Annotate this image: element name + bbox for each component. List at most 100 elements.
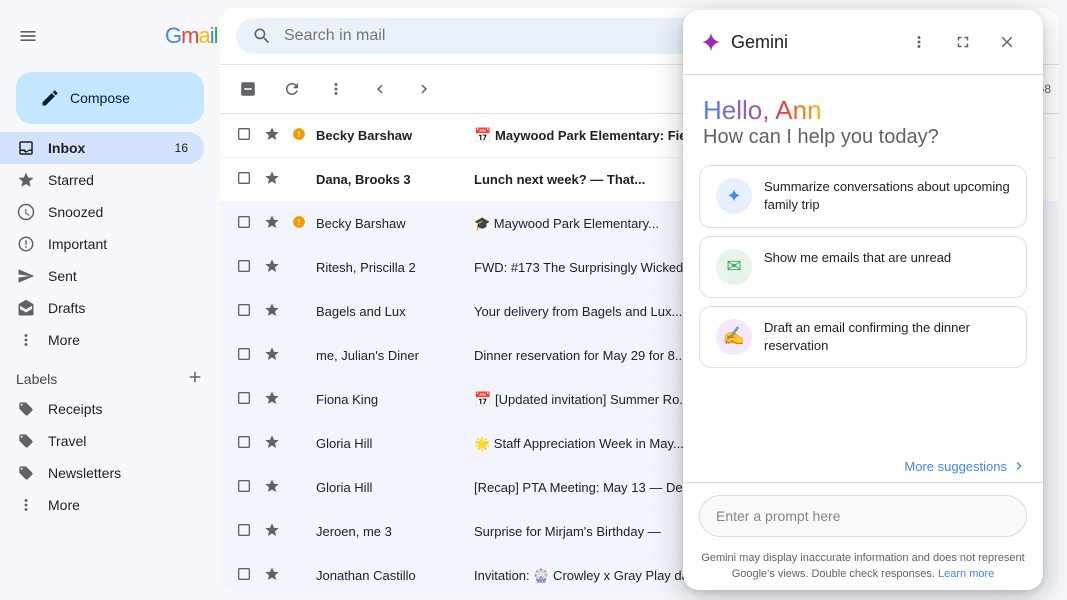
email-sender: Becky Barshaw [316, 128, 466, 143]
label-icon-receipts [16, 399, 36, 419]
row-checkbox[interactable] [236, 434, 256, 453]
sidebar-item-more-labels[interactable]: More [0, 489, 204, 521]
hamburger-icon[interactable] [8, 16, 48, 56]
newsletters-label: Newsletters [48, 465, 121, 481]
suggestion-card-3[interactable]: ✍ Draft an email confirming the dinner r… [699, 306, 1027, 368]
sidebar-item-inbox[interactable]: Inbox 16 [0, 132, 204, 164]
search-icon [252, 26, 272, 46]
calendar-icon: 📅 [474, 127, 491, 143]
suggestion-card-2[interactable]: ✉ Show me emails that are unread [699, 236, 1027, 298]
important-icon [292, 127, 308, 144]
gemini-expand-button[interactable] [943, 22, 983, 62]
gemini-header: Gemini [683, 10, 1043, 75]
drafts-label: Drafts [48, 300, 188, 316]
row-checkbox[interactable] [236, 126, 256, 145]
email-sender: me, Julian's Diner [316, 348, 466, 363]
row-checkbox[interactable] [236, 522, 256, 541]
email-sender: Jonathan Castillo [316, 568, 466, 583]
star-button[interactable] [264, 478, 284, 497]
gemini-title: Gemini [731, 32, 891, 53]
row-checkbox[interactable] [236, 346, 256, 365]
gemini-subtitle: How can I help you today? [703, 126, 1023, 149]
disclaimer-link[interactable]: Learn more [938, 568, 994, 580]
sidebar: Gmail Compose Inbox 16 Starred [0, 0, 220, 600]
sidebar-item-important[interactable]: Important [0, 228, 204, 260]
sidebar-item-snoozed[interactable]: Snoozed [0, 196, 204, 228]
suggestion-text-2: Show me emails that are unread [764, 249, 951, 267]
more-labels-label: More [48, 497, 80, 513]
important-icon [292, 215, 308, 232]
more-suggestions-label: More suggestions [904, 459, 1007, 474]
star-button[interactable] [264, 390, 284, 409]
sidebar-item-sent[interactable]: Sent [0, 260, 204, 292]
more-suggestions-row[interactable]: More suggestions [683, 454, 1043, 482]
email-sender: Ritesh, Priscilla 2 [316, 260, 466, 275]
email-sender: Becky Barshaw [316, 216, 466, 231]
sidebar-item-starred[interactable]: Starred [0, 164, 204, 196]
gemini-greeting: Hello, Ann [703, 95, 1023, 126]
star-icon [16, 170, 36, 190]
important-icon [16, 234, 36, 254]
email-sender: Dana, Brooks 3 [316, 172, 466, 187]
more-labels-icon [16, 495, 36, 515]
more-icon [16, 330, 36, 350]
star-button[interactable] [264, 346, 284, 365]
inbox-badge: 16 [175, 141, 188, 155]
star-button[interactable] [264, 302, 284, 321]
email-sender: Bagels and Lux [316, 304, 466, 319]
starred-label: Starred [48, 172, 188, 188]
row-checkbox[interactable] [236, 478, 256, 497]
compose-button[interactable]: Compose [16, 72, 204, 124]
labels-header: Labels [0, 364, 220, 393]
suggestion-icon-2: ✉ [716, 249, 752, 285]
gmail-logo: Gmail [54, 16, 217, 56]
row-checkbox[interactable] [236, 302, 256, 321]
gemini-input-box[interactable]: Enter a prompt here [699, 495, 1027, 537]
email-sender: Gloria Hill [316, 480, 466, 495]
sidebar-item-receipts[interactable]: Receipts [0, 393, 204, 425]
gemini-header-actions [899, 22, 1027, 62]
snoozed-icon [16, 202, 36, 222]
star-button[interactable] [264, 522, 284, 541]
gemini-menu-button[interactable] [899, 22, 939, 62]
row-checkbox[interactable] [236, 390, 256, 409]
sidebar-item-newsletters[interactable]: Newsletters [0, 457, 204, 489]
star-button[interactable] [264, 170, 284, 189]
star-button[interactable] [264, 214, 284, 233]
row-checkbox[interactable] [236, 566, 256, 585]
sidebar-item-travel[interactable]: Travel [0, 425, 204, 457]
sent-icon [16, 266, 36, 286]
label-icon-newsletters [16, 463, 36, 483]
sidebar-item-more[interactable]: More [0, 324, 204, 356]
sidebar-item-drafts[interactable]: Drafts [0, 292, 204, 324]
suggestion-text-3: Draft an email confirming the dinner res… [764, 319, 1010, 355]
row-checkbox[interactable] [236, 170, 256, 189]
prev-page-button[interactable] [360, 69, 400, 109]
row-checkbox[interactable] [236, 258, 256, 277]
email-sender: Gloria Hill [316, 436, 466, 451]
gemini-input-area: Enter a prompt here [683, 482, 1043, 545]
add-label-button[interactable] [186, 368, 204, 389]
travel-label: Travel [48, 433, 86, 449]
star-button[interactable] [264, 258, 284, 277]
gemini-panel: Gemini Hello, Ann How can I help you tod… [683, 10, 1043, 590]
chevron-right-icon [1011, 458, 1027, 474]
more-label: More [48, 332, 188, 348]
suggestions-area: ✦ Summarize conversations about upcoming… [683, 157, 1043, 454]
suggestion-card-1[interactable]: ✦ Summarize conversations about upcoming… [699, 165, 1027, 227]
important-label: Important [48, 236, 188, 252]
star-button[interactable] [264, 434, 284, 453]
gemini-close-button[interactable] [987, 22, 1027, 62]
refresh-button[interactable] [272, 69, 312, 109]
row-checkbox[interactable] [236, 214, 256, 233]
star-button[interactable] [264, 566, 284, 585]
calendar-icon: 📅 [474, 391, 491, 407]
more-options-button[interactable] [316, 69, 356, 109]
receipts-label: Receipts [48, 401, 102, 417]
select-all-button[interactable] [228, 69, 268, 109]
label-icon-travel [16, 431, 36, 451]
next-page-button[interactable] [404, 69, 444, 109]
gemini-logo-icon [699, 30, 723, 54]
inbox-label: Inbox [48, 140, 163, 156]
star-button[interactable] [264, 126, 284, 145]
